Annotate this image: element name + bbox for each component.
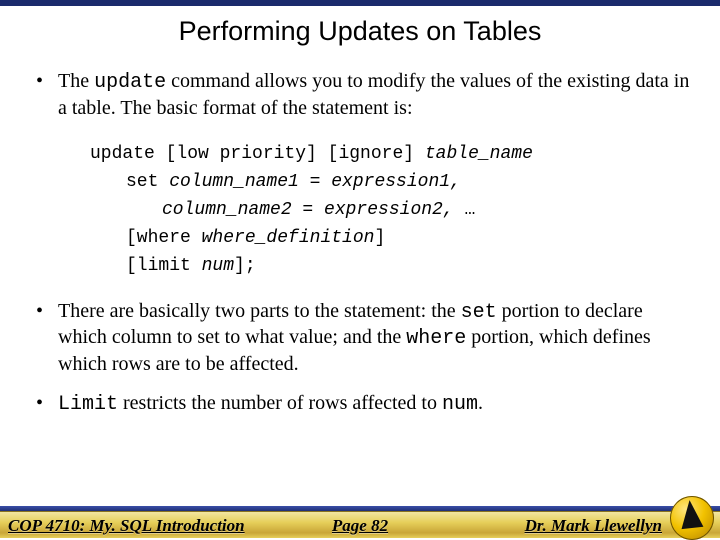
l5c: ];	[234, 256, 256, 276]
code-line-1: update [low priority] [ignore] table_nam…	[90, 141, 690, 169]
code-line-5: [limit num];	[90, 253, 690, 281]
b3-code2: num	[442, 393, 478, 416]
footer-right: Dr. Mark Llewellyn	[525, 516, 662, 536]
l3a: column_name2 = expression2,	[162, 200, 464, 220]
top-rule	[0, 0, 720, 6]
code-line-4: [where where_definition]	[90, 225, 690, 253]
b1-pre: The	[58, 70, 94, 92]
bullet-list: The update command allows you to modify …	[30, 69, 690, 121]
b2a: There are basically two parts to the sta…	[58, 300, 461, 322]
code-block: update [low priority] [ignore] table_nam…	[30, 135, 690, 286]
slide-title: Performing Updates on Tables	[0, 0, 720, 47]
b3-mid: restricts the number of rows affected to	[118, 392, 442, 414]
l4c: ]	[374, 228, 385, 248]
l2a: set	[126, 172, 169, 192]
b2-code1: set	[461, 301, 497, 324]
l2b: column_name1 = expression1,	[169, 172, 461, 192]
bullet-list-2: There are basically two parts to the sta…	[30, 299, 690, 418]
logo-wedge	[679, 499, 704, 529]
l5b: num	[202, 256, 234, 276]
code-line-3: column_name2 = expression2, …	[90, 197, 690, 225]
slide-body: The update command allows you to modify …	[0, 47, 720, 418]
footer-left: COP 4710: My. SQL Introduction	[8, 516, 245, 536]
l4b: where_definition	[202, 228, 375, 248]
bullet-2: There are basically two parts to the sta…	[30, 299, 690, 378]
ucf-logo	[670, 496, 714, 540]
footer-center: Page 82	[332, 516, 388, 536]
l1a: update [low priority] [ignore]	[90, 144, 425, 164]
footer: COP 4710: My. SQL Introduction Page 82 D…	[0, 504, 720, 540]
l4a: [where	[126, 228, 202, 248]
b2-code2: where	[406, 327, 466, 350]
l1b: table_name	[425, 144, 533, 164]
l3b: …	[464, 200, 475, 220]
bullet-3: Limit restricts the number of rows affec…	[30, 391, 690, 418]
b1-code: update	[94, 71, 166, 94]
bullet-1: The update command allows you to modify …	[30, 69, 690, 121]
code-line-2: set column_name1 = expression1,	[90, 169, 690, 197]
l5a: [limit	[126, 256, 202, 276]
b3-code: Limit	[58, 393, 118, 416]
b3-end: .	[478, 392, 483, 414]
slide: Performing Updates on Tables The update …	[0, 0, 720, 540]
